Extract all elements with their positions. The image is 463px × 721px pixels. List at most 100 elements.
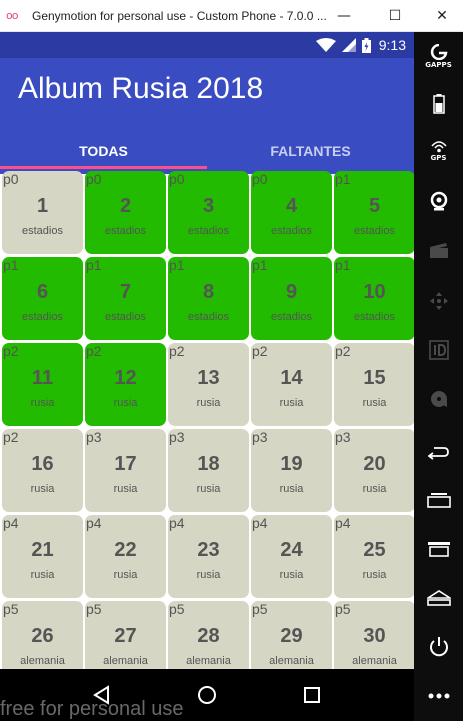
sticker-cell[interactable]: p3 20 rusia (334, 429, 414, 512)
sticker-cell[interactable]: p2 12 rusia (85, 343, 166, 426)
sticker-cell[interactable]: p4 22 rusia (85, 515, 166, 598)
sticker-cell[interactable]: p0 3 estadios (168, 171, 249, 254)
sticker-group: p3 (169, 429, 185, 445)
watermark: free for personal use (0, 698, 184, 720)
recents-button[interactable] (414, 480, 463, 520)
gps-button[interactable]: GPS (414, 130, 463, 170)
sticker-cell[interactable]: p1 5 estadios (334, 171, 414, 254)
webcam-button[interactable] (414, 181, 463, 221)
battery-button[interactable] (414, 84, 463, 124)
home-button[interactable] (192, 680, 222, 710)
sticker-cell[interactable]: p2 16 rusia (2, 429, 83, 512)
sticker-cell[interactable]: p0 4 estadios (251, 171, 332, 254)
sticker-group: p2 (252, 343, 268, 359)
sticker-group: p5 (3, 601, 19, 617)
sticker-cell[interactable]: p5 29 alemania (251, 601, 332, 669)
sticker-number: 19 (280, 453, 303, 475)
sticker-cell[interactable]: p5 27 alemania (85, 601, 166, 669)
sticker-number: 24 (280, 539, 303, 561)
sticker-cell[interactable]: p0 1 estadios (2, 171, 83, 254)
sticker-cell[interactable]: p1 10 estadios (334, 257, 414, 340)
tab-faltantes[interactable]: FALTANTES (207, 136, 414, 166)
device-id-button[interactable] (414, 330, 463, 370)
battery-icon (361, 37, 371, 53)
dpad-button[interactable] (414, 281, 463, 321)
sticker-cell[interactable]: p4 21 rusia (2, 515, 83, 598)
sticker-cell[interactable]: p0 2 estadios (85, 171, 166, 254)
more-button[interactable] (414, 676, 463, 716)
sticker-cell[interactable]: p1 9 estadios (251, 257, 332, 340)
back-button[interactable] (414, 432, 463, 472)
sticker-number: 11 (31, 367, 54, 389)
sticker-cell[interactable]: p4 23 rusia (168, 515, 249, 598)
sticker-cell[interactable]: p4 24 rusia (251, 515, 332, 598)
sticker-grid: p0 1 estadios p0 2 estadios p0 3 estadios p0 4 esta… (0, 171, 414, 669)
sticker-team: rusia (196, 483, 221, 495)
sticker-number: 17 (114, 453, 137, 475)
sticker-cell[interactable]: p2 13 rusia (168, 343, 249, 426)
sticker-number: 7 (119, 281, 132, 303)
sticker-team: estadios (271, 311, 312, 323)
sticker-number: 12 (114, 367, 137, 389)
sticker-cell[interactable]: p1 6 estadios (2, 257, 83, 340)
sticker-number: 13 (197, 367, 220, 389)
sticker-cell[interactable]: p5 28 alemania (168, 601, 249, 669)
close-button[interactable]: ✕ (425, 0, 459, 32)
minimize-button[interactable]: — (327, 0, 361, 32)
sticker-cell[interactable]: p2 11 rusia (2, 343, 83, 426)
device-screen: 9:13 Album Rusia 2018 TODAS FALTANTES p0… (0, 32, 414, 721)
status-time: 9:13 (378, 37, 406, 53)
sticker-cell[interactable]: p3 18 rusia (168, 429, 249, 512)
sticker-team: estadios (22, 311, 63, 323)
home-icon (197, 686, 216, 704)
sticker-team: rusia (279, 483, 304, 495)
sticker-cell[interactable]: p2 14 rusia (251, 343, 332, 426)
recents-button[interactable] (297, 680, 327, 710)
sticker-group: p4 (3, 515, 19, 531)
sticker-number: 28 (197, 625, 220, 647)
home-icon (426, 590, 451, 606)
sticker-group: p1 (335, 171, 351, 187)
sticker-team: estadios (271, 225, 312, 237)
power-button[interactable] (414, 627, 463, 667)
sticker-number: 2 (119, 195, 132, 217)
sticker-team: rusia (362, 483, 387, 495)
sticker-cell[interactable]: p3 17 rusia (85, 429, 166, 512)
sticker-group: p3 (335, 429, 351, 445)
tab-todas[interactable]: TODAS (0, 136, 207, 166)
sticker-cell[interactable]: p1 7 estadios (85, 257, 166, 340)
menu-button[interactable] (414, 529, 463, 569)
more-icon (428, 693, 449, 699)
sticker-number: 21 (31, 539, 54, 561)
sticker-group: p2 (3, 343, 19, 359)
sticker-group: p5 (86, 601, 102, 617)
sticker-cell[interactable]: p1 8 estadios (168, 257, 249, 340)
sticker-team: estadios (105, 311, 146, 323)
sticker-number: 6 (36, 281, 49, 303)
sticker-group: p0 (3, 171, 19, 187)
sticker-cell[interactable]: p5 26 alemania (2, 601, 83, 669)
gapps-button[interactable]: GAPPS (414, 36, 463, 76)
sticker-group: p4 (169, 515, 185, 531)
sticker-cell[interactable]: p5 30 alemania (334, 601, 414, 669)
sticker-team: estadios (354, 225, 395, 237)
capture-button[interactable] (414, 231, 463, 271)
sticker-team: alemania (186, 655, 231, 667)
sticker-group: p4 (86, 515, 102, 531)
home-button[interactable] (414, 578, 463, 618)
recents-icon (426, 493, 451, 508)
sticker-cell[interactable]: p3 19 rusia (251, 429, 332, 512)
sticker-number: 8 (202, 281, 215, 303)
sticker-team: rusia (30, 397, 55, 409)
maximize-button[interactable]: ☐ (378, 0, 412, 32)
sticker-team: rusia (30, 483, 55, 495)
sticker-number: 14 (280, 367, 303, 389)
sticker-number: 29 (280, 625, 303, 647)
sticker-group: p0 (86, 171, 102, 187)
power-icon (429, 637, 448, 657)
disk-button[interactable] (414, 379, 463, 419)
gapps-icon (430, 43, 447, 60)
sticker-team: estadios (188, 225, 229, 237)
sticker-cell[interactable]: p4 25 rusia (334, 515, 414, 598)
sticker-cell[interactable]: p2 15 rusia (334, 343, 414, 426)
